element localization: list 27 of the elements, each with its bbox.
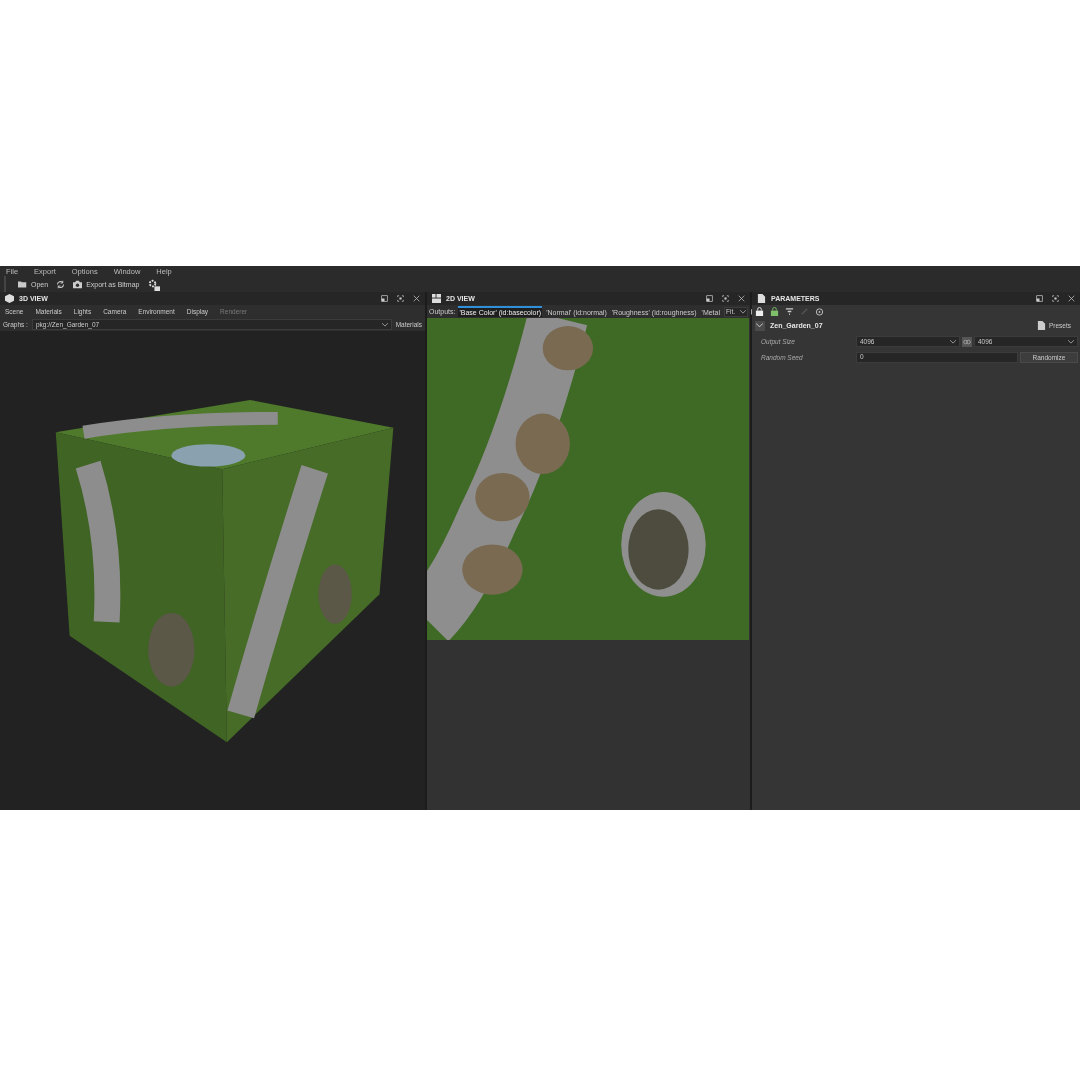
maximize-icon[interactable] — [722, 295, 729, 302]
maximize-icon[interactable] — [1052, 295, 1059, 302]
cube-icon — [5, 294, 14, 303]
reset-icon[interactable] — [815, 307, 824, 316]
caret-icon — [950, 339, 956, 344]
document-icon — [757, 294, 766, 303]
link-icon[interactable] — [962, 336, 972, 347]
refresh-icon[interactable] — [56, 279, 66, 289]
grid-icon — [432, 294, 441, 303]
filter-icon[interactable] — [785, 307, 794, 316]
caret-icon — [1068, 339, 1074, 344]
maximize-icon[interactable] — [397, 295, 404, 302]
lock-icon[interactable] — [770, 307, 779, 316]
lock-icon[interactable] — [755, 307, 764, 316]
close-icon[interactable] — [738, 295, 745, 302]
document-icon — [1036, 321, 1046, 330]
caret-icon — [740, 309, 746, 314]
float-icon[interactable] — [706, 295, 713, 302]
folder-icon — [18, 279, 27, 289]
close-icon[interactable] — [1068, 295, 1075, 302]
float-icon[interactable] — [1036, 295, 1043, 302]
caret-icon — [381, 322, 388, 327]
float-icon[interactable] — [381, 295, 388, 302]
settings-icon[interactable] — [147, 277, 161, 291]
camera-icon — [73, 279, 83, 289]
close-icon[interactable] — [413, 295, 420, 302]
expand-toggle[interactable] — [755, 320, 765, 331]
